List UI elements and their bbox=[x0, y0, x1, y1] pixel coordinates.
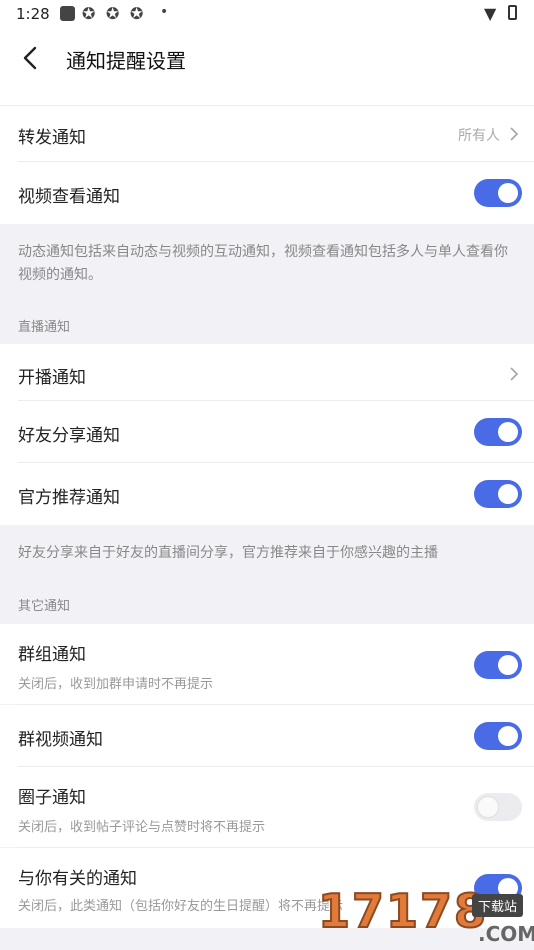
notification-app-icon bbox=[60, 6, 75, 21]
circle-notification-label: 圈子通知 bbox=[18, 788, 86, 808]
video-view-notification-row: 视频查看通知 bbox=[0, 162, 534, 224]
toggle-knob bbox=[498, 726, 518, 746]
group-notification-row: 群组通知 关闭后，收到加群申请时不再提示 bbox=[0, 624, 534, 704]
toggle-knob bbox=[498, 183, 518, 203]
forward-notification-row[interactable]: 转发通知 所有人 bbox=[0, 106, 534, 162]
live-start-notification-label: 开播通知 bbox=[18, 368, 86, 388]
back-arrow-icon bbox=[23, 46, 37, 70]
group-video-notification-toggle[interactable] bbox=[474, 722, 522, 750]
toggle-knob bbox=[498, 655, 518, 675]
app-notification-icon: ✪ bbox=[130, 4, 144, 23]
friend-share-notification-toggle[interactable] bbox=[474, 418, 522, 446]
live-notification-note: 好友分享来自于好友的直播间分享，官方推荐来自于你感兴趣的主播 bbox=[0, 525, 534, 585]
other-section-title: 其它通知 bbox=[18, 599, 71, 614]
status-bar: 1:28 ✪ ✪ ✪ • ▼ bbox=[0, 0, 534, 28]
live-start-notification-row[interactable]: 开播通知 bbox=[0, 344, 534, 401]
chevron-right-icon bbox=[510, 127, 519, 141]
app-header: 通知提醒设置 bbox=[0, 28, 534, 90]
forward-notification-label: 转发通知 bbox=[18, 128, 86, 148]
official-recommend-notification-row: 官方推荐通知 bbox=[0, 463, 534, 525]
chevron-right-icon bbox=[510, 367, 519, 381]
wifi-icon: ▼ bbox=[484, 4, 497, 23]
group-notification-toggle[interactable] bbox=[474, 651, 522, 679]
header-spacer bbox=[0, 90, 534, 106]
app-notification-icon: ✪ bbox=[82, 4, 96, 23]
forward-notification-value: 所有人 bbox=[458, 128, 500, 144]
circle-notification-row: 圈子通知 关闭后，收到帖子评论与点赞时将不再提示 bbox=[0, 767, 534, 847]
group-video-notification-label: 群视频通知 bbox=[18, 730, 103, 750]
toggle-knob bbox=[498, 422, 518, 442]
toggle-knob bbox=[478, 797, 498, 817]
related-notification-label: 与你有关的通知 bbox=[18, 869, 137, 889]
official-recommend-notification-toggle[interactable] bbox=[474, 480, 522, 508]
live-section-title: 直播通知 bbox=[18, 320, 71, 335]
friend-share-notification-row: 好友分享通知 bbox=[0, 401, 534, 463]
watermark-domain: .COM bbox=[478, 922, 534, 946]
battery-icon bbox=[508, 5, 517, 20]
status-time: 1:28 bbox=[16, 5, 50, 23]
group-notification-label: 群组通知 bbox=[18, 645, 86, 665]
group-notification-desc: 关闭后，收到加群申请时不再提示 bbox=[18, 677, 214, 692]
app-notification-icon: ✪ bbox=[106, 4, 120, 23]
more-notifications-dot-icon: • bbox=[160, 4, 169, 20]
toggle-knob bbox=[498, 484, 518, 504]
watermark-badge: 下载站 bbox=[472, 894, 524, 917]
group-video-notification-row: 群视频通知 bbox=[0, 705, 534, 767]
related-notification-desc: 关闭后，此类通知（包括你好友的生日提醒）将不再提示 bbox=[18, 899, 344, 914]
page-title: 通知提醒设置 bbox=[66, 49, 186, 73]
video-view-notification-label: 视频查看通知 bbox=[18, 187, 120, 207]
watermark-logo: 17178 bbox=[317, 883, 489, 939]
official-recommend-notification-label: 官方推荐通知 bbox=[18, 488, 120, 508]
back-button[interactable] bbox=[18, 42, 46, 74]
dynamic-notification-note: 动态通知包括来自动态与视频的互动通知，视频查看通知包括多人与单人查看你视频的通知… bbox=[0, 224, 534, 304]
circle-notification-toggle[interactable] bbox=[474, 793, 522, 821]
video-view-notification-toggle[interactable] bbox=[474, 179, 522, 207]
friend-share-notification-label: 好友分享通知 bbox=[18, 426, 120, 446]
circle-notification-desc: 关闭后，收到帖子评论与点赞时将不再提示 bbox=[18, 820, 266, 835]
